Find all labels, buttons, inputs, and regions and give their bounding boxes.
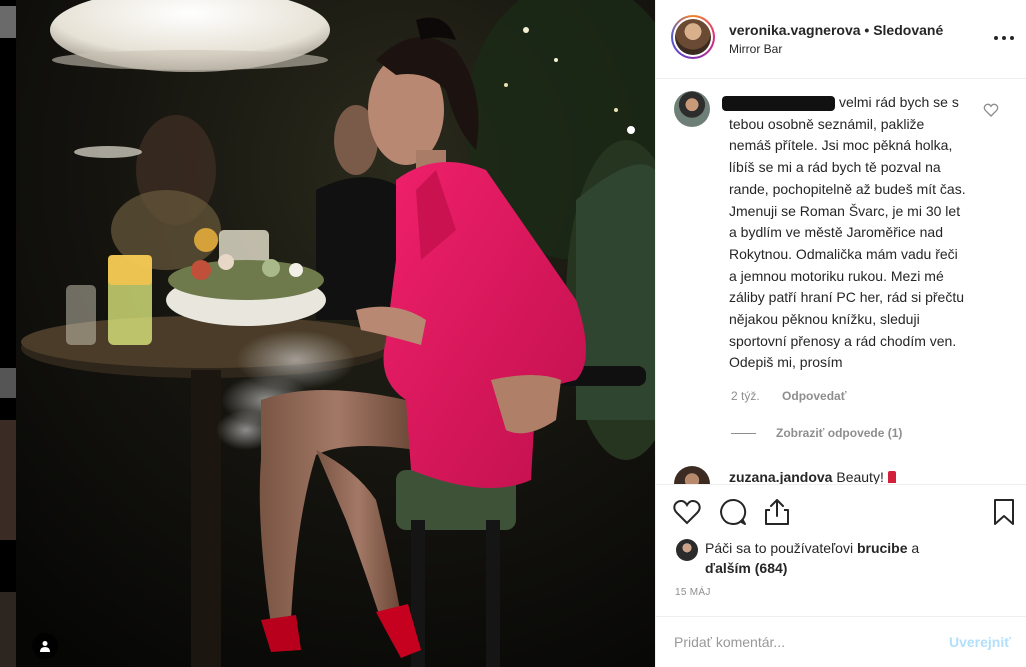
view-replies-button[interactable]: Zobraziť odpovede (1) [731,426,902,440]
post-date[interactable]: 15 MÁJ [675,587,711,598]
author-avatar[interactable] [671,15,715,59]
comment-like-icon[interactable] [983,102,999,118]
post-comment-button[interactable]: Uverejniť [949,634,1011,650]
likes-count-button[interactable]: ďalším (684) [705,560,787,576]
user-tag-button[interactable] [32,633,58,659]
view-replies-label: Zobraziť odpovede (1) [776,426,903,440]
likes-prefix: Páči sa to používateľovi [705,540,854,556]
comment-age: 2 týž. [731,389,760,403]
commenter-avatar[interactable] [674,91,710,127]
liker-username[interactable]: brucibe [857,540,908,556]
comment-meta: 2 týž. Odpovedať [731,389,846,403]
author-line: veronika.vagnerova • Sledované [729,22,943,38]
user-tag-icon [40,641,50,652]
comment-username[interactable]: zuzana.jandova [729,469,832,484]
post-location[interactable]: Mirror Bar [729,42,782,56]
comment-text: velmi rád bych se s tebou osobně seznámi… [729,94,966,371]
likes-summary: Páči sa to používateľovi brucibe a ďalší… [676,538,996,578]
post-actions: Páči sa to používateľovi brucibe a ďalší… [656,484,1026,616]
comment-input[interactable] [674,630,934,654]
add-comment-bar: Uverejniť [656,616,1026,667]
share-icon[interactable] [762,497,792,527]
lipstick-emoji-icon [887,471,896,483]
comments-list[interactable]: velmi rád bych se s tebou osobně seznámi… [656,80,1026,484]
follow-status-button[interactable]: Sledované [873,22,943,38]
bookmark-icon[interactable] [989,497,1019,527]
post-side-panel: veronika.vagnerova • Sledované Mirror Ba… [655,0,1026,667]
liker-avatar[interactable] [676,539,698,561]
reply-button[interactable]: Odpovedať [782,389,846,403]
previous-post-edge [0,0,16,667]
heart-icon[interactable] [672,497,702,527]
separator-dot: • [864,22,870,38]
author-username[interactable]: veronika.vagnerova [729,22,861,38]
likes-middle: a [911,540,920,556]
comment-item: zuzana.jandova Beauty! [729,469,896,484]
post-photo[interactable] [16,0,655,667]
post-photo-area [0,0,655,667]
commenter-avatar[interactable] [674,466,710,484]
more-options-icon[interactable] [992,28,1016,48]
comment-text: Beauty! [836,469,884,484]
post-header: veronika.vagnerova • Sledované Mirror Ba… [656,0,1026,79]
comment-icon[interactable] [718,497,748,527]
